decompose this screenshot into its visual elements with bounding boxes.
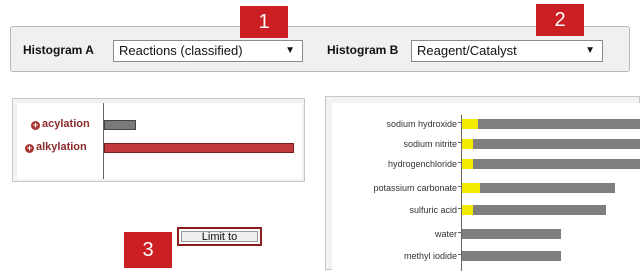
reagent-bar[interactable] — [462, 139, 640, 149]
expand-plus-icon[interactable]: + — [31, 121, 40, 130]
reagent-highlight-bar[interactable] — [462, 139, 473, 149]
category-label-alkylation[interactable]: + alkylation — [25, 141, 87, 153]
bar-acylation[interactable] — [104, 120, 136, 130]
reagent-bar[interactable] — [462, 119, 640, 129]
callout-2: 2 — [536, 4, 584, 36]
reagent-label[interactable]: sulfuric acid — [409, 205, 457, 215]
limit-to-button[interactable]: Limit to — [177, 227, 262, 246]
histogram-b-value: Reagent/Catalyst — [417, 43, 517, 58]
histogram-b-plot: sodium hydroxide sodium nitrite hydrogench… — [332, 103, 640, 271]
category-label-acylation[interactable]: + acylation — [31, 118, 90, 130]
reagent-highlight-bar[interactable] — [462, 205, 473, 215]
category-text: alkylation — [36, 141, 87, 153]
histogram-a-value: Reactions (classified) — [119, 43, 243, 58]
callout-1: 1 — [240, 6, 288, 38]
histogram-b-select[interactable]: Reagent/Catalyst ▼ — [411, 40, 603, 62]
reagent-label[interactable]: hydrogenchloride — [388, 159, 457, 169]
reagent-label[interactable]: methyl iodide — [404, 251, 457, 261]
callout-3: 3 — [124, 232, 172, 268]
histogram-a-panel: + acylation + alkylation — [12, 98, 305, 182]
axis-tick — [458, 162, 461, 163]
histogram-a-plot: + acylation + alkylation — [17, 103, 302, 179]
limit-to-label: Limit to — [181, 231, 258, 243]
reagent-bar[interactable] — [462, 251, 561, 261]
chevron-down-icon: ▼ — [285, 45, 295, 56]
reagent-highlight-bar[interactable] — [462, 183, 480, 193]
axis-tick — [458, 254, 461, 255]
histogram-a-label: Histogram A — [23, 43, 94, 57]
category-text: acylation — [42, 118, 90, 130]
expand-plus-icon[interactable]: + — [25, 144, 34, 153]
reagent-label[interactable]: sodium nitrite — [403, 139, 457, 149]
axis-tick — [458, 208, 461, 209]
chevron-down-icon: ▼ — [585, 45, 595, 56]
reagent-bar[interactable] — [462, 159, 640, 169]
histogram-a-select[interactable]: Reactions (classified) ▼ — [113, 40, 303, 62]
reagent-bar[interactable] — [462, 205, 606, 215]
reagent-highlight-bar[interactable] — [462, 119, 478, 129]
bar-alkylation[interactable] — [104, 143, 294, 153]
reagent-label[interactable]: sodium hydroxide — [386, 119, 457, 129]
histogram-b-label: Histogram B — [327, 43, 399, 57]
histogram-a-axis — [103, 103, 104, 179]
reagent-highlight-bar[interactable] — [462, 159, 473, 169]
axis-tick — [458, 186, 461, 187]
reagent-label[interactable]: water — [435, 229, 457, 239]
reagent-bar[interactable] — [462, 229, 561, 239]
reagent-bar[interactable] — [462, 183, 615, 193]
reagent-label[interactable]: potassium carbonate — [373, 183, 457, 193]
axis-tick — [458, 142, 461, 143]
axis-tick — [458, 232, 461, 233]
axis-tick — [458, 122, 461, 123]
histogram-b-panel: sodium hydroxide sodium nitrite hydrogench… — [325, 96, 640, 271]
